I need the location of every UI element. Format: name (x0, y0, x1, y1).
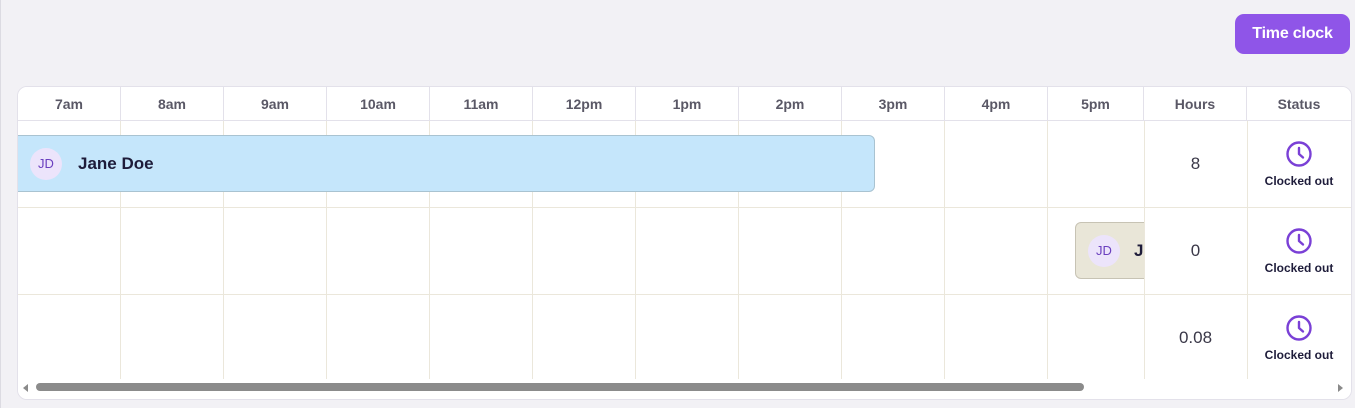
window-left-border (0, 0, 1, 408)
hour-header-5pm: 5pm (1048, 87, 1144, 120)
hour-header-2pm: 2pm (739, 87, 842, 120)
hour-header-10am: 10am (327, 87, 430, 120)
hour-header-1pm: 1pm (636, 87, 739, 120)
hour-header-8am: 8am (121, 87, 224, 120)
status-cell: Clocked out (1247, 121, 1351, 207)
schedule-timeline: 7am 8am 9am 10am 11am 12pm 1pm 2pm 3pm 4… (17, 86, 1352, 400)
grid-line (944, 121, 945, 381)
horizontal-scrollbar[interactable] (18, 379, 1351, 399)
hours-value: 0 (1190, 241, 1201, 260)
status-label: Clocked out (1264, 174, 1334, 188)
status-label: Clocked out (1264, 261, 1334, 275)
avatar: JD (1088, 234, 1120, 267)
scroll-right-arrow-icon[interactable] (1338, 384, 1343, 392)
hours-column-header: Hours (1144, 87, 1247, 120)
scrollbar-thumb[interactable] (36, 383, 1084, 391)
clock-icon (1286, 141, 1312, 167)
hour-header-3pm: 3pm (842, 87, 945, 120)
status-cell: Clocked out (1247, 208, 1351, 294)
shift-block[interactable]: JD Jane Doe (18, 135, 875, 192)
hour-header-4pm: 4pm (945, 87, 1048, 120)
status-cell: Clocked out (1247, 295, 1351, 381)
hour-header-7am: 7am (18, 87, 121, 120)
clock-icon (1286, 228, 1312, 254)
employee-name: Jane Doe (78, 153, 154, 173)
time-clock-button[interactable]: Time clock (1235, 14, 1350, 54)
grid-line (1047, 121, 1048, 381)
hours-value: 0.08 (1178, 328, 1213, 347)
scroll-left-arrow-icon[interactable] (23, 384, 28, 392)
status-column-header: Status (1277, 95, 1321, 112)
avatar: JD (30, 147, 62, 180)
hour-header-11am: 11am (430, 87, 533, 120)
hours-value: 8 (1190, 154, 1201, 173)
hour-header-12pm: 12pm (533, 87, 636, 120)
timeline-header: 7am 8am 9am 10am 11am 12pm 1pm 2pm 3pm 4… (18, 87, 1351, 121)
clock-icon (1286, 315, 1312, 341)
hour-header-9am: 9am (224, 87, 327, 120)
status-label: Clocked out (1264, 348, 1334, 362)
